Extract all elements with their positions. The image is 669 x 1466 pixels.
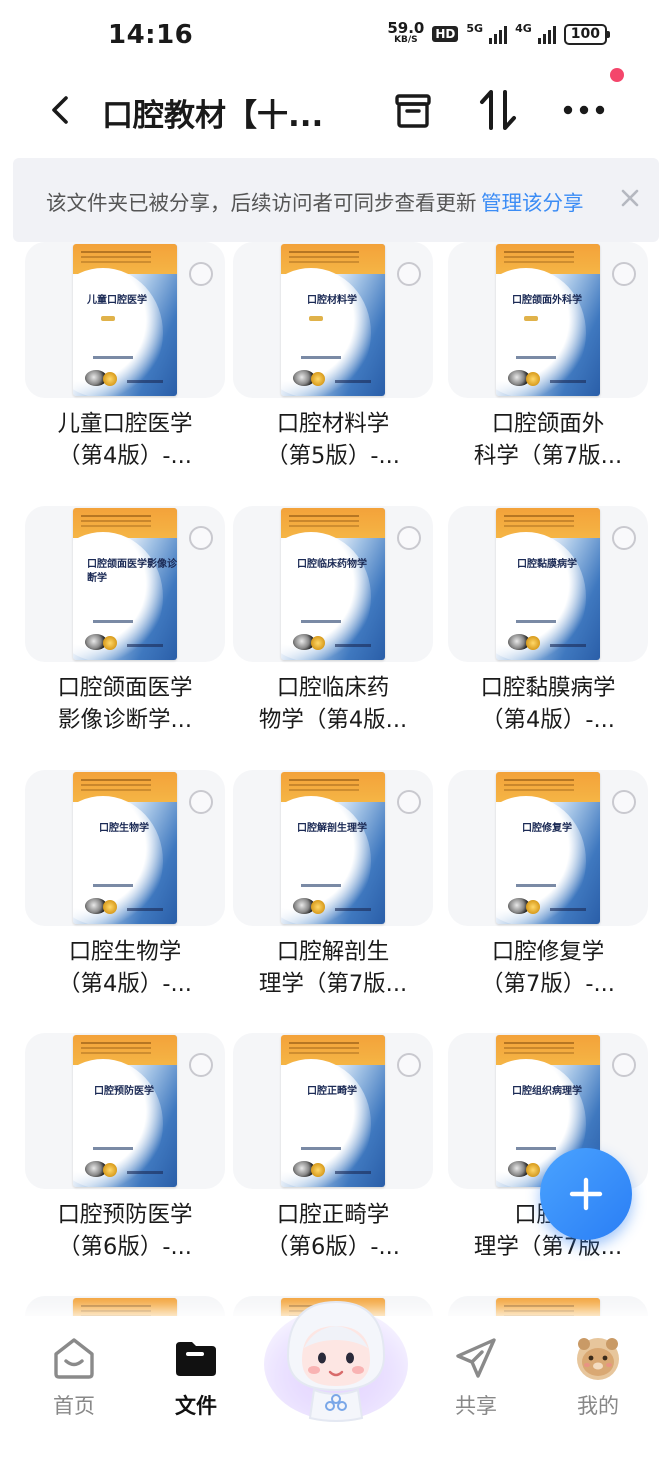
avatar-icon <box>577 1338 619 1380</box>
nav-label-share: 共享 <box>455 1394 497 1418</box>
folder-icon <box>176 1342 216 1376</box>
hd-icon: HD <box>432 26 459 42</box>
notification-dot <box>610 68 624 82</box>
nav-label-home: 首页 <box>53 1394 95 1418</box>
file-name: 口腔颌面外 科学（第7版... <box>473 411 623 469</box>
home-icon <box>54 1338 94 1379</box>
file-name: 口腔黏膜病学 （第4版）-... <box>480 675 616 733</box>
select-checkbox[interactable] <box>189 526 213 550</box>
nav-item-share[interactable]: 共享 <box>426 1334 526 1420</box>
nav-item-files[interactable]: 文件 <box>146 1334 246 1420</box>
file-name: 口腔临床药 物学（第4版... <box>258 675 408 733</box>
nav-label-files: 文件 <box>175 1394 217 1418</box>
file-name: 口腔正畸学 （第6版）-... <box>266 1202 400 1260</box>
book-cover: 口腔生物学 <box>73 772 177 924</box>
select-checkbox[interactable] <box>612 526 636 550</box>
back-icon[interactable] <box>44 92 80 128</box>
share-banner: 该文件夹已被分享，后续访问者可同步查看更新 管理该分享 <box>13 158 659 242</box>
select-checkbox[interactable] <box>189 790 213 814</box>
close-icon[interactable] <box>618 186 642 210</box>
signal-4g-label: 4G <box>515 22 532 35</box>
book-cover: 口腔颌面外科学 <box>496 244 600 396</box>
select-checkbox[interactable] <box>189 1053 213 1077</box>
signal-4g-icon <box>537 24 556 44</box>
select-checkbox[interactable] <box>397 1053 421 1077</box>
plus-icon <box>569 1177 603 1211</box>
select-checkbox[interactable] <box>612 262 636 286</box>
file-name: 口腔修复学 （第7版）-... <box>481 939 615 997</box>
status-bar: 14:16 59.0 KB/S HD 5G 4G 100 <box>0 0 669 72</box>
share-banner-text: 该文件夹已被分享，后续访问者可同步查看更新 <box>46 191 477 215</box>
battery-icon: 100 <box>563 23 611 45</box>
book-cover: 口腔正畸学 <box>281 1035 385 1187</box>
select-checkbox[interactable] <box>397 790 421 814</box>
file-name: 口腔预防医学 （第6版）-... <box>57 1202 193 1260</box>
file-name: 口腔材料学 （第5版）-... <box>266 411 400 469</box>
book-cover: 口腔预防医学 <box>73 1035 177 1187</box>
network-speed: 59.0 KB/S <box>387 19 425 46</box>
file-name: 口腔解剖生 理学（第7版... <box>258 939 408 997</box>
select-checkbox[interactable] <box>189 262 213 286</box>
book-cover: 口腔临床药物学 <box>281 508 385 660</box>
header: 口腔教材【十... <box>0 72 669 148</box>
book-cover: 口腔修复学 <box>496 772 600 924</box>
book-cover: 口腔材料学 <box>281 244 385 396</box>
signal-5g-label: 5G <box>466 22 484 35</box>
nav-item-me[interactable]: 我的 <box>548 1334 648 1420</box>
share-icon <box>456 1338 496 1378</box>
select-checkbox[interactable] <box>612 790 636 814</box>
nav-item-home[interactable]: 首页 <box>24 1334 124 1420</box>
select-checkbox[interactable] <box>397 526 421 550</box>
book-cover: 口腔黏膜病学 <box>496 508 600 660</box>
file-name: 口腔生物学 （第4版）-... <box>58 939 192 997</box>
add-button[interactable] <box>540 1148 632 1240</box>
book-cover: 口腔解剖生理学 <box>281 772 385 924</box>
select-checkbox[interactable] <box>397 262 421 286</box>
more-icon[interactable] <box>562 88 606 132</box>
signal-5g-icon <box>489 24 508 44</box>
page-title: 口腔教材【十... <box>102 98 324 134</box>
file-name: 口腔颌面医学 影像诊断学... <box>57 675 193 733</box>
book-cover: 口腔颌面医学影像诊断学 <box>73 508 177 660</box>
book-cover: 儿童口腔医学 <box>73 244 177 396</box>
archive-icon[interactable] <box>391 88 435 132</box>
status-indicators: 59.0 KB/S HD 5G 4G 100 <box>387 19 611 46</box>
sort-icon[interactable] <box>476 88 520 132</box>
manage-share-link[interactable]: 管理该分享 <box>481 186 584 216</box>
file-name: 儿童口腔医学 （第4版）-... <box>57 411 193 469</box>
nav-label-me: 我的 <box>577 1394 619 1418</box>
select-checkbox[interactable] <box>612 1053 636 1077</box>
status-time: 14:16 <box>108 20 194 50</box>
assistant-mascot-button[interactable] <box>262 1286 410 1426</box>
